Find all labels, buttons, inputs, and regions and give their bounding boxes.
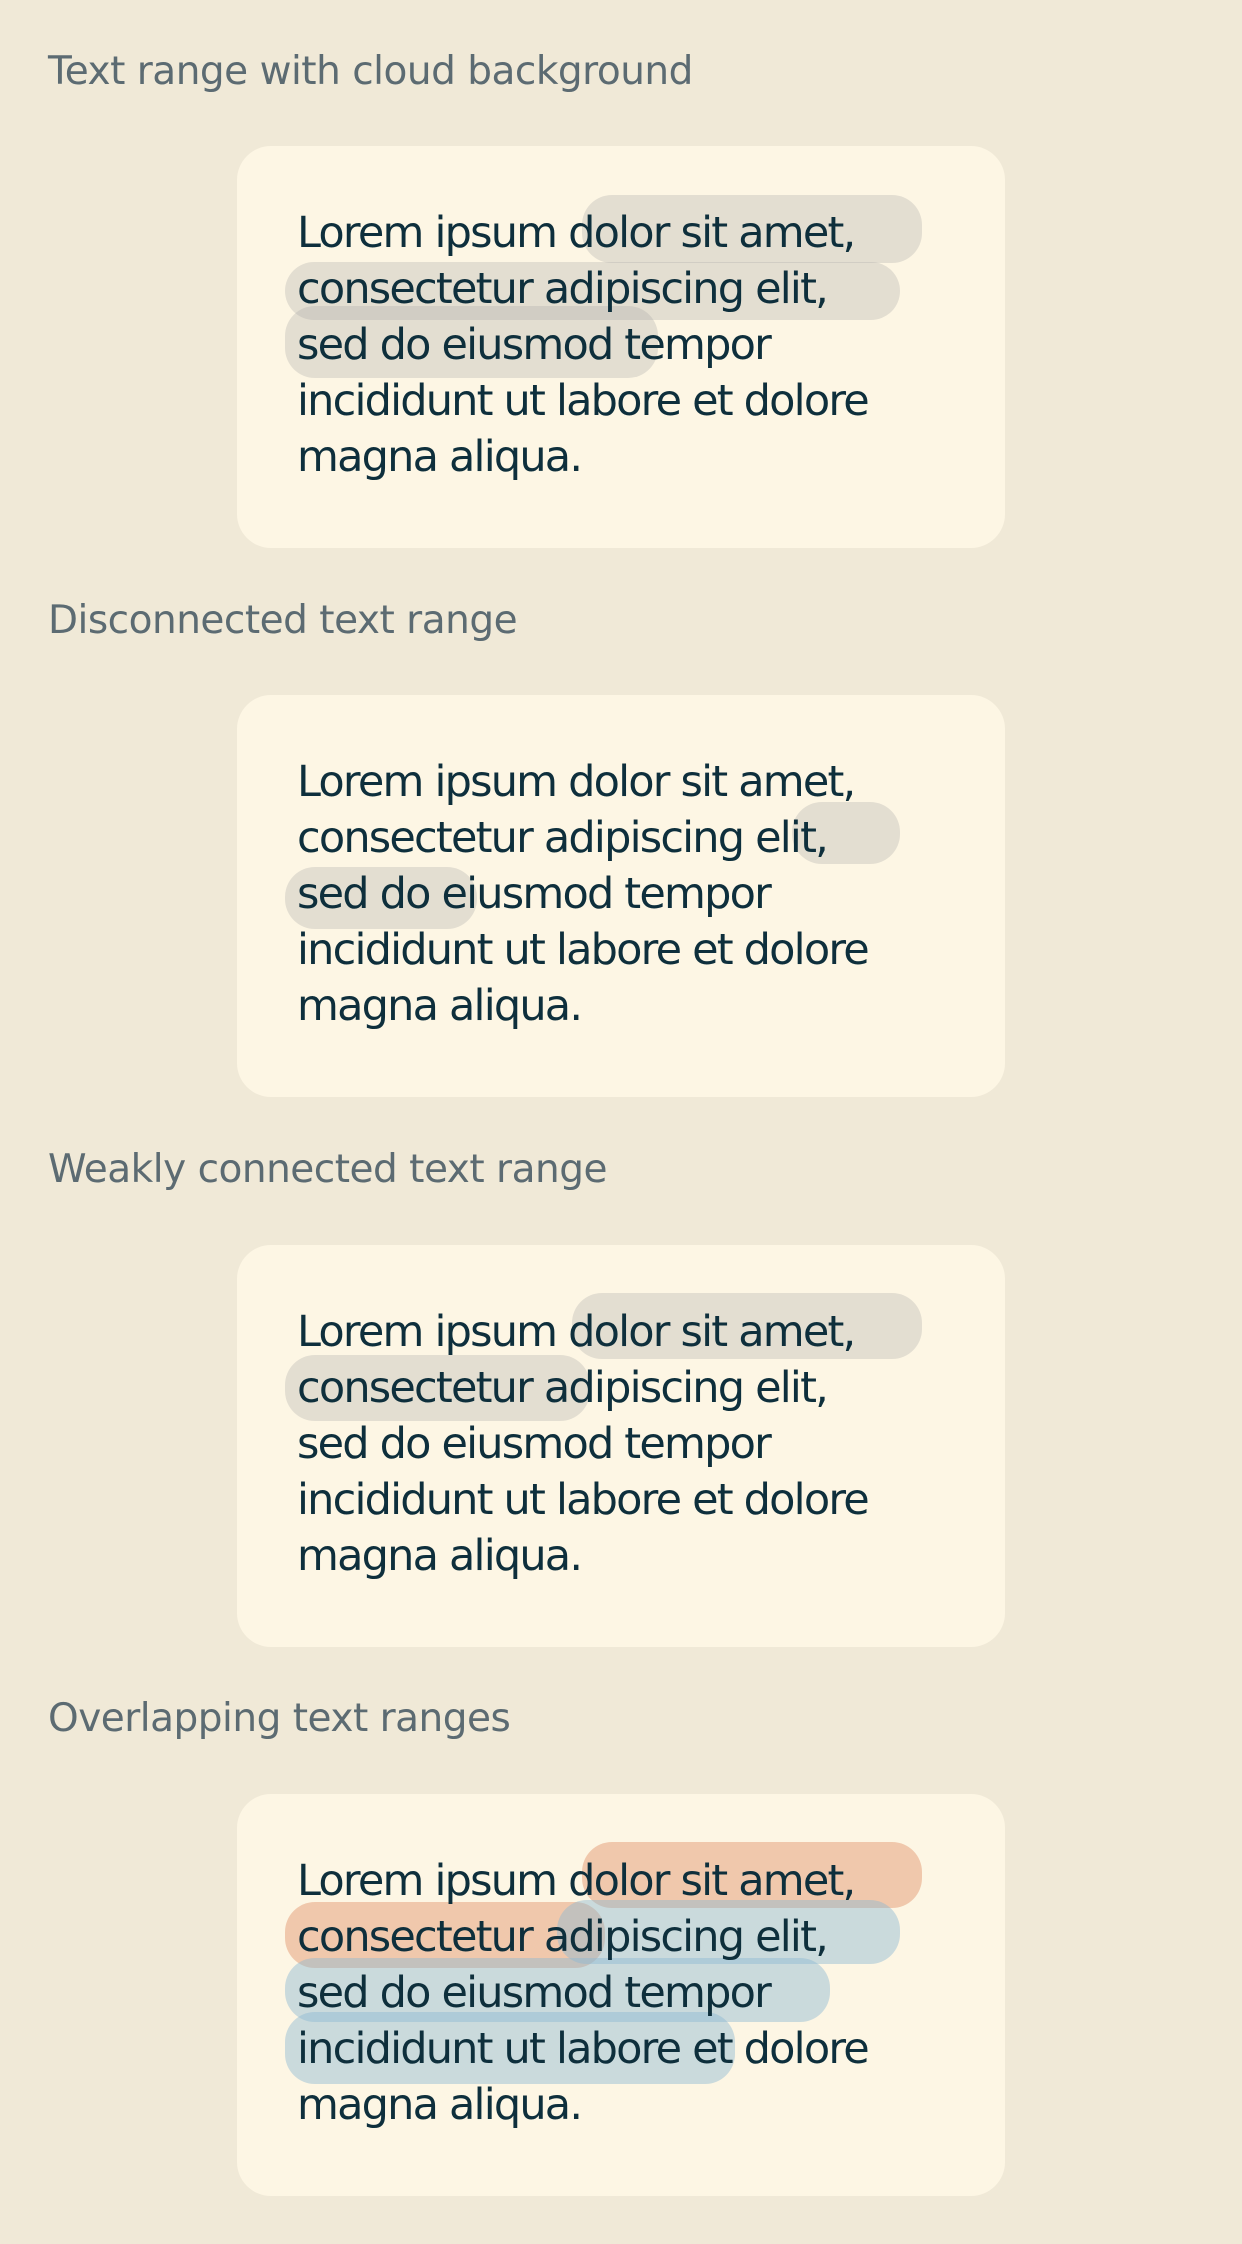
- section-title-overlapping-ranges: Overlapping text ranges: [48, 1696, 511, 1741]
- text-line: incididunt ut labore et dolore: [297, 376, 870, 426]
- text-line: Lorem ipsum dolor sit amet,: [297, 757, 856, 807]
- text-line: incididunt ut labore et dolore: [297, 2024, 870, 2074]
- text-line: consectetur adipiscing elit,: [297, 1912, 829, 1962]
- text-line: incididunt ut labore et dolore: [297, 925, 870, 975]
- section-title-disconnected-range: Disconnected text range: [48, 598, 518, 643]
- text-line: sed do eiusmod tempor: [297, 1419, 772, 1469]
- text-line: sed do eiusmod tempor: [297, 869, 772, 919]
- section-title-cloud-background: Text range with cloud background: [48, 49, 693, 94]
- text-card-disconnected-range: Lorem ipsum dolor sit amet, consectetur …: [237, 695, 1005, 1097]
- text-line: magna aliqua.: [297, 1531, 583, 1581]
- text-line: consectetur adipiscing elit,: [297, 813, 829, 863]
- text-card-overlapping-ranges: Lorem ipsum dolor sit amet, consectetur …: [237, 1794, 1005, 2196]
- text-line: Lorem ipsum dolor sit amet,: [297, 1307, 856, 1357]
- text-line: consectetur adipiscing elit,: [297, 1363, 829, 1413]
- text-line: Lorem ipsum dolor sit amet,: [297, 1856, 856, 1906]
- text-line: Lorem ipsum dolor sit amet,: [297, 208, 856, 258]
- text-line: sed do eiusmod tempor: [297, 1968, 772, 2018]
- text-line: incididunt ut labore et dolore: [297, 1475, 870, 1525]
- section-title-weakly-connected-range: Weakly connected text range: [48, 1147, 607, 1192]
- text-line: consectetur adipiscing elit,: [297, 264, 829, 314]
- text-line: magna aliqua.: [297, 2080, 583, 2130]
- text-line: magna aliqua.: [297, 432, 583, 482]
- text-line: magna aliqua.: [297, 981, 583, 1031]
- text-line: sed do eiusmod tempor: [297, 320, 772, 370]
- text-card-weakly-connected-range: Lorem ipsum dolor sit amet, consectetur …: [237, 1245, 1005, 1647]
- text-card-cloud-background: Lorem ipsum dolor sit amet, consectetur …: [237, 146, 1005, 548]
